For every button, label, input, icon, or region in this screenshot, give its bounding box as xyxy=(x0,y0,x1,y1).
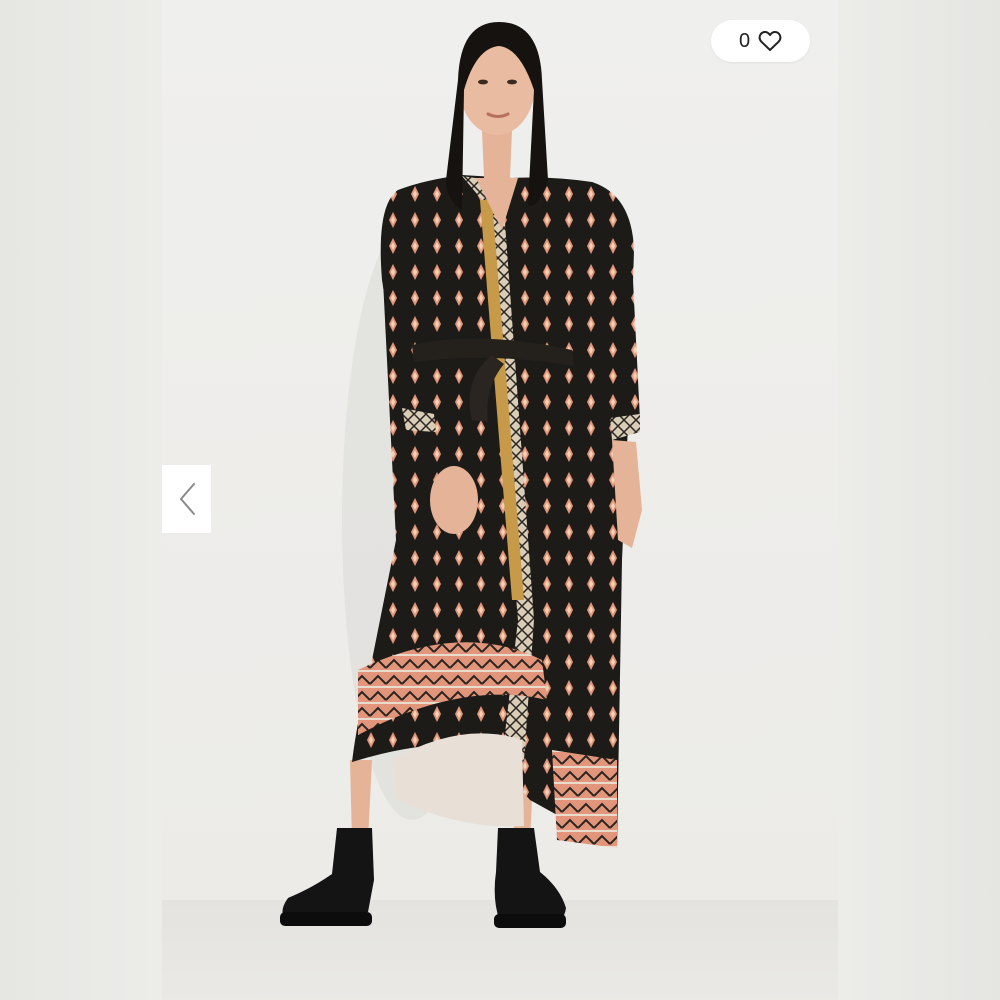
product-photo xyxy=(162,0,838,1000)
gallery-backdrop-right xyxy=(838,0,1000,1000)
gallery-backdrop-left xyxy=(0,0,162,1000)
boot-right xyxy=(494,828,566,924)
heart-outline-icon xyxy=(758,30,782,51)
like-count: 0 xyxy=(738,30,751,52)
boot-left xyxy=(282,828,374,920)
previous-image-button[interactable] xyxy=(162,465,211,533)
like-button[interactable]: 0 xyxy=(711,20,810,62)
model-wearing-dress xyxy=(280,22,642,928)
chevron-left-icon xyxy=(179,483,195,515)
